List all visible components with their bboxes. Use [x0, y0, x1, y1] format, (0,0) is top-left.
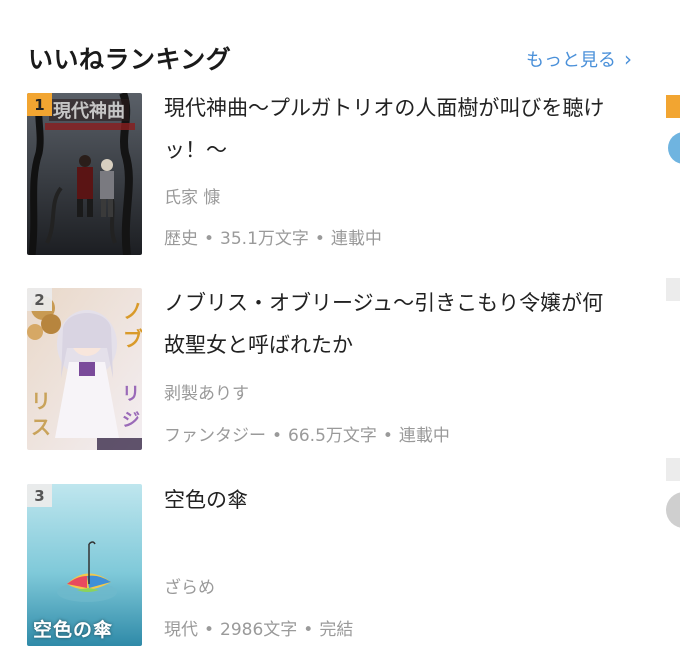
- svg-text:リ: リ: [31, 389, 51, 413]
- status-label: 連載中: [398, 426, 450, 446]
- adjacent-rank-badge: [666, 95, 680, 118]
- more-link-label: もっと見る: [526, 50, 616, 71]
- author-name[interactable]: 氏家 慷: [164, 183, 220, 208]
- genre-label: ファンタジー: [164, 426, 266, 446]
- svg-text:ブ: ブ: [123, 327, 142, 351]
- svg-text:ジ: ジ: [122, 410, 140, 431]
- svg-text:現代神曲: 現代神曲: [53, 100, 125, 122]
- chevron-right-icon: ›: [624, 47, 632, 71]
- status-label: 完結: [319, 620, 354, 640]
- length-label: 2986文字: [220, 620, 298, 640]
- adjacent-column-clipped: [662, 0, 680, 653]
- rank-badge: 3: [27, 484, 52, 507]
- ranking-item[interactable]: 現代神曲 1 現代神曲〜プルガトリオの人面樹が叫びを聴けッ！〜 氏家 慷 歴史 •…: [27, 93, 627, 258]
- book-cover-image[interactable]: ノ ブ リ ス リ ジ 2: [27, 288, 142, 450]
- book-title[interactable]: 空色の傘: [164, 484, 624, 516]
- svg-text:ス: ス: [31, 415, 51, 439]
- cover-title-text: 空色の傘: [33, 619, 114, 641]
- author-name[interactable]: 剥製ありす: [164, 379, 249, 404]
- book-meta: 現代 • 2986文字 • 完結: [164, 620, 354, 640]
- book-meta: ファンタジー • 66.5万文字 • 連載中: [164, 426, 450, 446]
- section-title: いいねランキング: [28, 45, 232, 74]
- more-link[interactable]: もっと見る ›: [526, 46, 632, 72]
- author-name[interactable]: ざらめ: [164, 573, 215, 598]
- ranking-item[interactable]: 3 空色の傘 空色の傘 ざらめ 現代 • 2986文字 • 完結: [27, 484, 627, 649]
- adjacent-rank-badge: [666, 458, 680, 481]
- rank-badge: 1: [27, 93, 52, 116]
- rank-badge: 2: [27, 288, 52, 311]
- length-label: 66.5万文字: [288, 426, 377, 446]
- book-cover-image[interactable]: 3 空色の傘: [27, 484, 142, 646]
- ranking-item[interactable]: ノ ブ リ ス リ ジ 2 ノブリス・オブリージュ〜引きこもり令嬢が何故聖女と呼…: [27, 288, 627, 453]
- adjacent-cover-image: [666, 492, 680, 528]
- svg-text:リ: リ: [122, 384, 140, 405]
- length-label: 35.1万文字: [220, 229, 309, 249]
- book-meta: 歴史 • 35.1万文字 • 連載中: [164, 229, 382, 249]
- genre-label: 現代: [164, 620, 198, 640]
- adjacent-rank-badge: [666, 278, 680, 301]
- svg-text:ノ: ノ: [123, 299, 142, 323]
- genre-label: 歴史: [164, 229, 198, 249]
- book-title[interactable]: 現代神曲〜プルガトリオの人面樹が叫びを聴けッ！〜: [164, 87, 624, 171]
- adjacent-cover-image: [668, 132, 680, 164]
- book-cover-image[interactable]: 現代神曲 1: [27, 93, 142, 255]
- status-label: 連載中: [330, 229, 382, 249]
- book-title[interactable]: ノブリス・オブリージュ〜引きこもり令嬢が何故聖女と呼ばれたか: [164, 282, 624, 366]
